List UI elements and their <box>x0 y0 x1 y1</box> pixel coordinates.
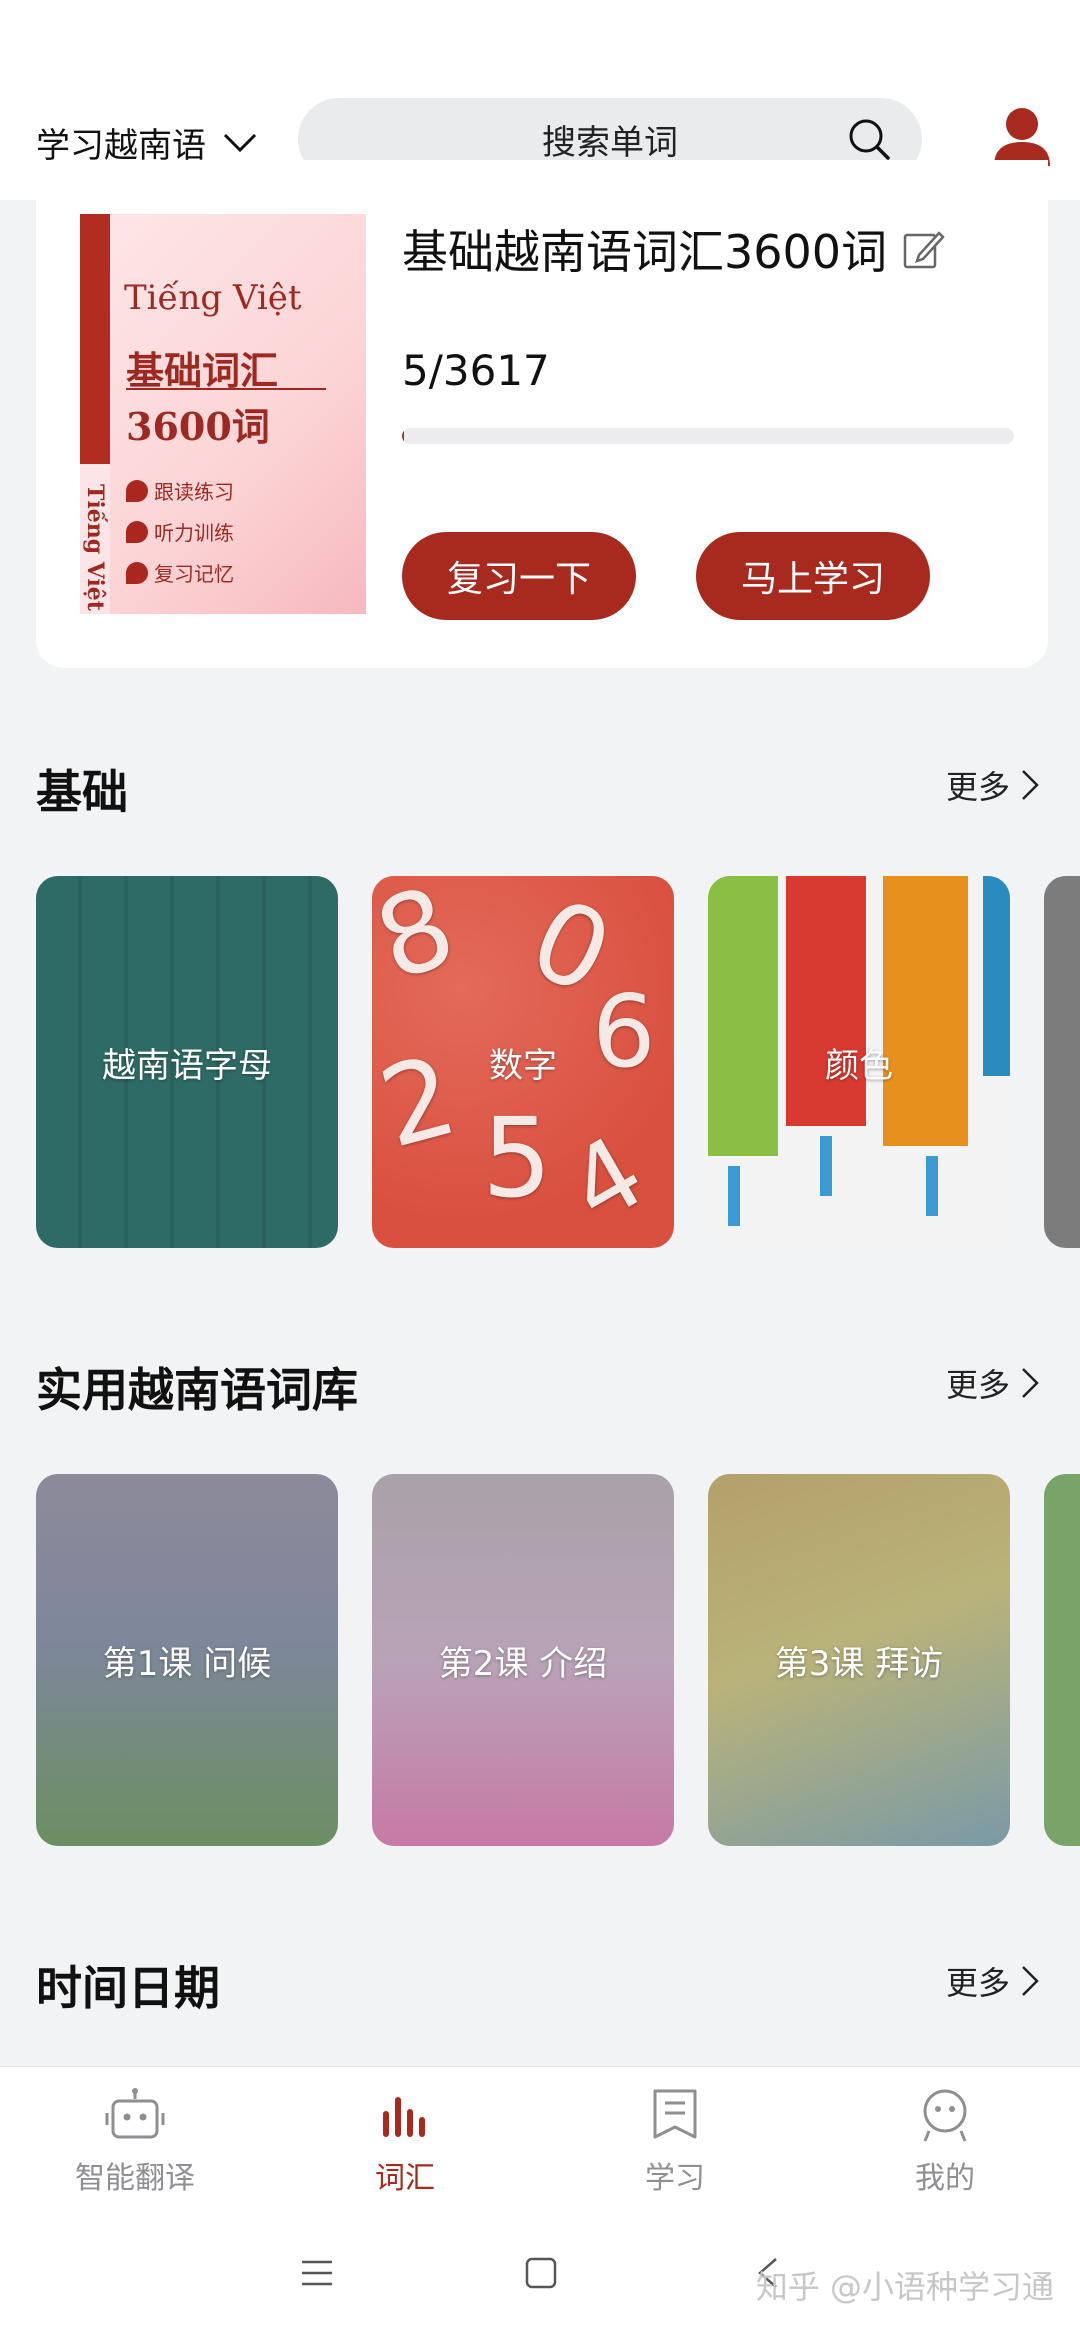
book-cover[interactable]: Tiếng Việt 基础词汇 3600词 跟读练习 听力训练 复习记忆 Tiế… <box>80 214 366 614</box>
chevron-right-icon <box>1022 1368 1039 1398</box>
progress-count: 5/3617 <box>402 346 550 395</box>
cover-title: Tiếng Việt <box>124 278 302 318</box>
cover-bullets: 跟读练习 听力训练 复习记忆 <box>126 476 234 599</box>
bullet-icon <box>126 479 148 502</box>
review-button[interactable]: 复习一下 <box>402 532 636 620</box>
edit-icon[interactable] <box>901 227 945 271</box>
progress-fill <box>402 428 404 444</box>
cover-divider <box>126 388 326 390</box>
face-icon <box>923 2089 967 2142</box>
robot-icon <box>105 2088 165 2139</box>
lesson-tile-1[interactable]: 第1课 问候 <box>36 1474 338 1846</box>
svg-text:2: 2 <box>372 1031 468 1173</box>
nav-item-profile[interactable]: 我的 <box>810 2087 1080 2197</box>
watermark: 知乎 @小语种学习通 <box>755 2268 1054 2306</box>
bullet-icon <box>126 561 148 584</box>
category-tile-partial[interactable] <box>1044 876 1080 1248</box>
category-tile-colors[interactable]: 颜色 <box>708 876 1010 1248</box>
svg-text:5: 5 <box>482 1094 552 1222</box>
more-link-vocab-library[interactable]: 更多 <box>946 1360 1040 1406</box>
progress-bar <box>402 428 1014 444</box>
learn-now-button[interactable]: 马上学习 <box>696 532 930 620</box>
menu-icon[interactable] <box>300 2258 334 2288</box>
nav-item-translate[interactable]: 智能翻译 <box>0 2087 270 2197</box>
home-icon[interactable] <box>524 2256 558 2290</box>
bottom-navigation: 智能翻译 词汇 学习 我的 <box>0 2066 1080 2212</box>
nav-item-study[interactable]: 学习 <box>540 2087 810 2197</box>
user-avatar-icon[interactable] <box>992 106 1052 168</box>
chevron-down-icon <box>223 133 257 152</box>
lesson-tile-partial[interactable] <box>1044 1474 1080 1846</box>
chevron-right-icon <box>1022 1966 1039 1996</box>
bar-chart-icon <box>383 2097 425 2137</box>
section-title-time-date: 时间日期 <box>36 1961 220 2015</box>
category-tile-alphabet[interactable]: 越南语字母 <box>36 876 338 1248</box>
search-placeholder: 搜索单词 <box>542 122 678 163</box>
more-link-basics[interactable]: 更多 <box>946 762 1040 808</box>
more-link-time-date[interactable]: 更多 <box>946 1958 1040 2004</box>
bookmark-icon <box>653 2089 697 2139</box>
section-title-vocab-library: 实用越南语词库 <box>36 1363 358 1417</box>
cover-subtitle-1: 基础词汇 <box>126 348 279 393</box>
svg-text:6: 6 <box>592 973 656 1090</box>
cover-bullet: 复习记忆 <box>126 558 234 587</box>
cover-bullet: 跟读练习 <box>126 476 234 505</box>
cover-subtitle-2: 3600词 <box>126 404 270 449</box>
bullet-icon <box>126 520 148 543</box>
svg-text:4: 4 <box>550 1113 664 1246</box>
svg-text:8: 8 <box>372 876 470 1006</box>
lesson-tile-3[interactable]: 第3课 拜访 <box>708 1474 1010 1846</box>
cover-bullet: 听力训练 <box>126 517 234 546</box>
chevron-right-icon <box>1022 770 1039 800</box>
cover-spine-text: Tiếng Việt <box>82 484 108 611</box>
book-title-text: 基础越南语词汇3600词 <box>402 225 888 279</box>
category-tile-numbers[interactable]: 8 0 6 2 5 4 数字 <box>372 876 674 1248</box>
lesson-tile-2[interactable]: 第2课 介绍 <box>372 1474 674 1846</box>
nav-item-vocabulary[interactable]: 词汇 <box>270 2087 540 2197</box>
current-book-card: Tiếng Việt 基础词汇 3600词 跟读练习 听力训练 复习记忆 Tiế… <box>36 160 1048 668</box>
search-icon[interactable] <box>846 116 892 162</box>
section-title-basics: 基础 <box>36 765 128 819</box>
book-title: 基础越南语词汇3600词 <box>402 216 945 282</box>
